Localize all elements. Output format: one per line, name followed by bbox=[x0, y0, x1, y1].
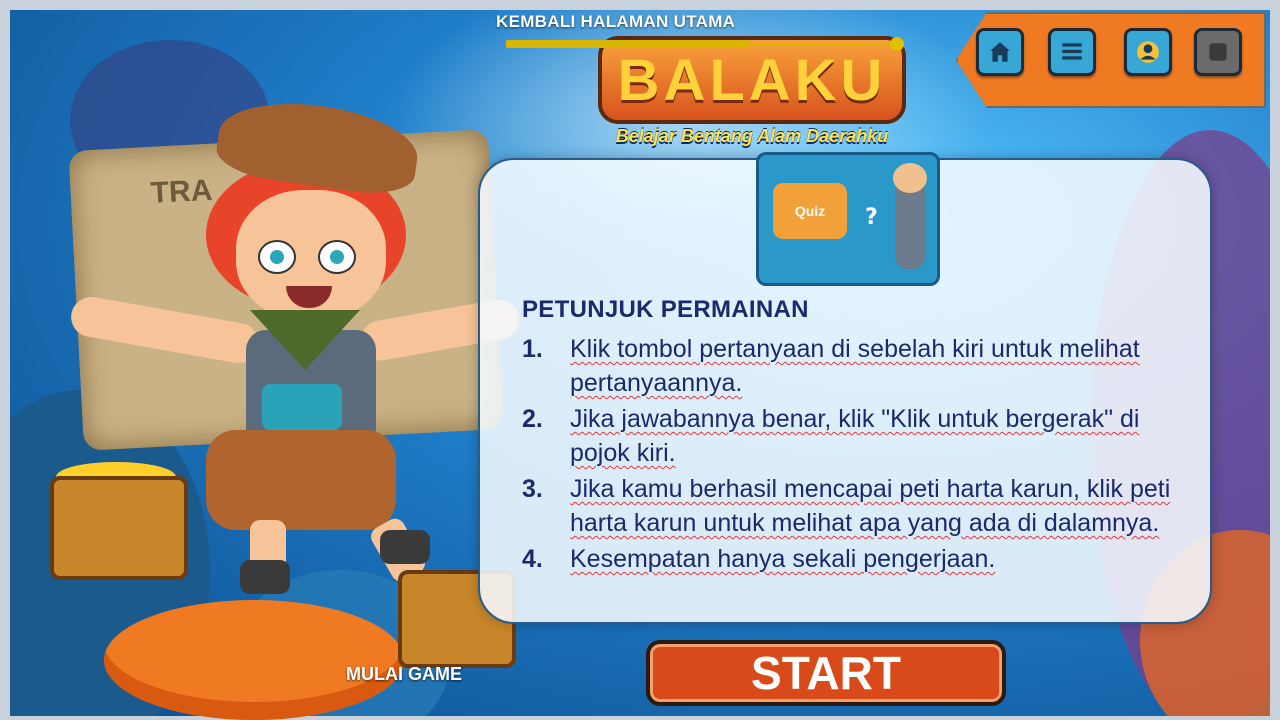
quiz-label: Quiz bbox=[773, 183, 847, 239]
profile-button[interactable] bbox=[1124, 28, 1172, 76]
exit-icon bbox=[1209, 43, 1227, 61]
start-game-link[interactable]: MULAI GAME bbox=[346, 664, 462, 685]
character-shorts bbox=[206, 430, 396, 530]
instruction-step: 1. Klik tombol pertanyaan di sebelah kiri… bbox=[522, 335, 1140, 397]
list-button[interactable] bbox=[1048, 28, 1096, 76]
orange-rock-platform bbox=[104, 600, 404, 720]
slider-knob[interactable] bbox=[890, 37, 904, 51]
instructions-title: PETUNJUK PERMAINAN bbox=[522, 296, 809, 323]
home-button[interactable] bbox=[976, 28, 1024, 76]
exit-button[interactable] bbox=[1194, 28, 1242, 76]
character-eye bbox=[318, 240, 356, 274]
home-icon bbox=[990, 42, 1010, 62]
question-mark: ? bbox=[865, 205, 878, 230]
slider-track-rest bbox=[750, 43, 900, 45]
treasure-chest bbox=[50, 476, 188, 580]
character-boot bbox=[240, 560, 290, 594]
profile-icon bbox=[1137, 41, 1159, 63]
character-bag bbox=[262, 384, 342, 430]
quiz-character-head bbox=[893, 163, 927, 193]
map-label: TRA bbox=[149, 173, 214, 210]
instructions-list: 1. Klik tombol pertanyaan di sebelah kiri… bbox=[522, 332, 1192, 578]
instruction-step: 2. Jika jawabannya benar, klik "Klik untu… bbox=[522, 405, 1140, 467]
list-icon bbox=[1062, 43, 1082, 60]
instruction-step: 3. Jika kamu berhasil mencapai peti harta… bbox=[522, 475, 1171, 537]
character-eye bbox=[258, 240, 296, 274]
character-boot bbox=[380, 530, 430, 564]
progress-slider[interactable] bbox=[506, 37, 904, 51]
start-button[interactable]: START bbox=[646, 640, 1006, 706]
instruction-step: 4. Kesempatan hanya sekali pengerjaan. bbox=[522, 545, 996, 573]
game-tagline: Belajar Bentang Alam Daerahku bbox=[615, 125, 889, 146]
game-logo: BALAKU bbox=[598, 36, 906, 124]
slider-fill bbox=[506, 40, 750, 48]
quiz-illustration: Quiz ? bbox=[756, 152, 940, 286]
back-to-home-link[interactable]: KEMBALI HALAMAN UTAMA bbox=[496, 12, 735, 32]
